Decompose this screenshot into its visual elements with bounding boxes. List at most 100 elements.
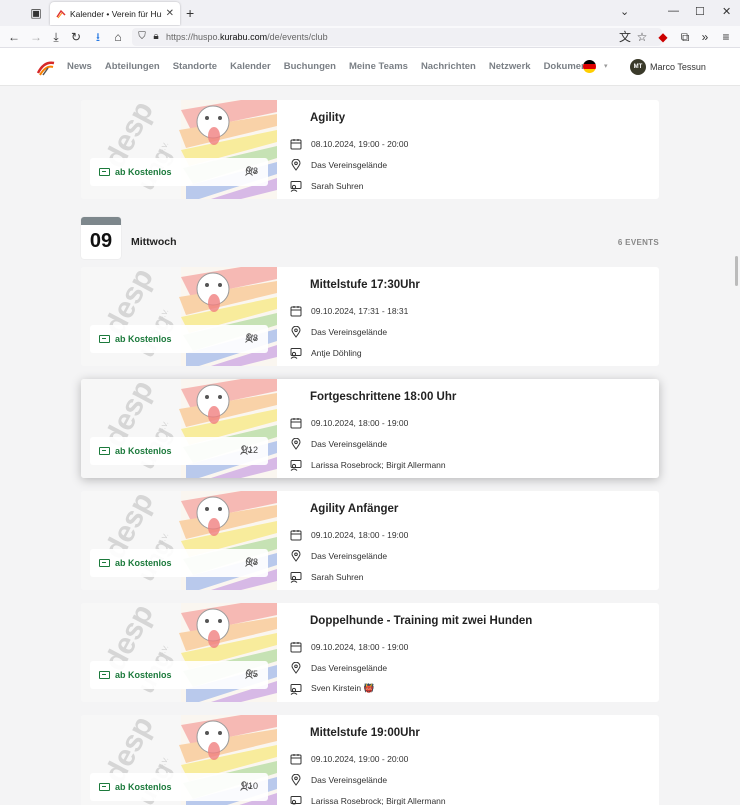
menu-item-netzwerk[interactable]: Netzwerk xyxy=(489,61,531,72)
location-pin-icon xyxy=(291,437,301,450)
event-location: Das Vereinsgelände xyxy=(311,438,388,449)
forward-icon[interactable]: → xyxy=(28,29,44,45)
new-tab-icon[interactable]: + xyxy=(186,5,194,21)
url-prefix: https://huspo. xyxy=(166,32,221,42)
event-location-row: Das Vereinsgelände xyxy=(290,321,420,342)
location-pin-icon xyxy=(291,158,301,171)
event-info: Mittelstufe 17:30Uhr 09.10.2024, 17:31 -… xyxy=(290,279,420,363)
ticket-icon xyxy=(99,783,110,791)
event-image: desp ung e.V. ab Kostenlos 0/8 xyxy=(81,100,277,199)
calendar-icon xyxy=(290,305,302,316)
chevron-down-icon[interactable]: ▾ xyxy=(604,62,608,70)
calendar-icon xyxy=(290,529,302,540)
menu-item-abteilungen[interactable]: Abteilungen xyxy=(105,61,160,72)
event-trainer-row: Sarah Suhren xyxy=(290,175,408,196)
price-pill: ab Kostenlos 1/12 xyxy=(90,437,268,465)
extension-shield-icon[interactable]: ◆ xyxy=(655,29,671,45)
event-title[interactable]: Fortgeschrittene 18:00 Uhr xyxy=(290,391,456,403)
maximize-icon[interactable]: ☐ xyxy=(695,5,705,18)
event-card[interactable]: desp ung e.V. ab Kostenlos 1/12 Fortgesc… xyxy=(81,379,659,478)
lock-icon[interactable]: 🔒︎ xyxy=(148,29,164,45)
spots: 0/8 xyxy=(245,557,258,567)
menu-item-buchungen[interactable]: Buchungen xyxy=(284,61,336,72)
spots: 1/10 xyxy=(240,781,258,791)
menu-item-standorte[interactable]: Standorte xyxy=(173,61,217,72)
event-date-row: 09.10.2024, 17:31 - 18:31 xyxy=(290,300,420,321)
participants-icon xyxy=(240,445,253,455)
menu-item-meine-teams[interactable]: Meine Teams xyxy=(349,61,408,72)
reload-icon[interactable]: ↻ xyxy=(68,29,84,45)
event-card[interactable]: desp ung e.V. ab Kostenlos 4/8 Mittelstu… xyxy=(81,267,659,366)
event-title[interactable]: Mittelstufe 19:00Uhr xyxy=(290,727,446,739)
event-title[interactable]: Mittelstufe 17:30Uhr xyxy=(290,279,420,291)
language-flag-icon[interactable] xyxy=(583,60,596,73)
event-title[interactable]: Agility Anfänger xyxy=(290,503,408,515)
download-icon[interactable]: ⭳ xyxy=(90,29,106,45)
extensions-icon[interactable]: ⧉ xyxy=(677,29,693,45)
price-label: ab Kostenlos xyxy=(115,558,172,568)
event-location: Das Vereinsgelände xyxy=(311,774,388,785)
club-logo[interactable] xyxy=(36,57,56,77)
location-pin-icon xyxy=(291,325,301,338)
participants-icon xyxy=(245,557,258,567)
trainer-icon xyxy=(290,180,302,192)
close-window-icon[interactable]: ✕ xyxy=(722,5,731,18)
site-favicon-icon xyxy=(56,9,66,18)
location-pin-icon xyxy=(291,549,301,562)
home-icon[interactable]: ⌂ xyxy=(110,29,126,45)
trainer-icon xyxy=(290,347,302,359)
event-location-row: Das Vereinsgelände xyxy=(290,657,532,678)
spots: 1/12 xyxy=(240,445,258,455)
address-bar[interactable]: https://huspo.kurabu.com/de/events/club xyxy=(132,28,662,46)
event-trainer: Sarah Suhren xyxy=(311,571,364,582)
event-title[interactable]: Doppelhunde - Training mit zwei Hunden xyxy=(290,615,532,627)
browser-tab[interactable]: Kalender • Verein für Hundesp ✕ xyxy=(50,2,180,25)
event-card[interactable]: desp ung e.V. ab Kostenlos 0/5 Doppelhun… xyxy=(81,603,659,702)
event-location-row: Das Vereinsgelände xyxy=(290,545,408,566)
overflow-menu-icon[interactable]: » xyxy=(697,29,713,45)
event-card[interactable]: desp ung e.V. ab Kostenlos 0/8 Agility A… xyxy=(81,491,659,590)
browser-tab-bar: ▣ Kalender • Verein für Hundesp ✕ + ⌄ — … xyxy=(0,0,740,26)
menu-item-nachrichten[interactable]: Nachrichten xyxy=(421,61,476,72)
hamburger-menu-icon[interactable]: ≡ xyxy=(718,29,734,45)
event-image: desp ung e.V. ab Kostenlos 0/5 xyxy=(81,603,277,702)
participants-icon xyxy=(245,166,258,176)
translate-icon[interactable]: 文 xyxy=(617,29,633,45)
event-location: Das Vereinsgelände xyxy=(311,662,388,673)
event-date: 08.10.2024, 19:00 - 20:00 xyxy=(311,138,409,149)
spots: 0/8 xyxy=(245,166,258,176)
event-count: 6 EVENTS xyxy=(617,238,659,247)
menu-item-kalender[interactable]: Kalender xyxy=(230,61,271,72)
event-location: Das Vereinsgelände xyxy=(311,159,388,170)
minimize-icon[interactable]: — xyxy=(668,5,679,17)
ticket-icon xyxy=(99,335,110,343)
main-menu: News Abteilungen Standorte Kalender Buch… xyxy=(67,61,608,72)
price: ab Kostenlos xyxy=(99,782,172,792)
price: ab Kostenlos xyxy=(99,334,172,344)
close-tab-icon[interactable]: ✕ xyxy=(166,8,174,19)
bookmark-star-icon[interactable]: ☆ xyxy=(634,29,650,45)
event-trainer: Antje Döhling xyxy=(311,347,362,358)
scrollbar[interactable] xyxy=(735,256,738,286)
trainer-icon xyxy=(290,795,302,805)
event-title[interactable]: Agility xyxy=(290,112,408,124)
price: ab Kostenlos xyxy=(99,167,172,177)
event-location-row: Das Vereinsgelände xyxy=(290,154,408,175)
event-info: Mittelstufe 19:00Uhr 09.10.2024, 19:00 -… xyxy=(290,727,446,805)
event-trainer-row: Antje Döhling xyxy=(290,342,420,363)
downloads-alt-icon[interactable]: ⤓ xyxy=(48,29,64,45)
event-info: Agility 08.10.2024, 19:00 - 20:00 Das Ve… xyxy=(290,112,408,196)
trainer-icon xyxy=(290,459,302,471)
tab-list-icon[interactable]: ⌄ xyxy=(620,5,629,18)
menu-item-news[interactable]: News xyxy=(67,61,92,72)
event-card[interactable]: desp ung e.V. ab Kostenlos 1/10 Mittelst… xyxy=(81,715,659,805)
user-name[interactable]: Marco Tessun xyxy=(650,62,706,72)
event-card[interactable]: desp ung e.V. ab Kostenlos 0/8 Agility 0… xyxy=(81,100,659,199)
url-domain: kurabu.com xyxy=(220,32,268,42)
day-name: Mittwoch xyxy=(131,236,177,248)
event-date: 09.10.2024, 18:00 - 19:00 xyxy=(311,529,409,540)
avatar[interactable]: MT xyxy=(630,59,646,75)
tab-overview-icon[interactable]: ▣ xyxy=(28,5,44,21)
event-date-row: 08.10.2024, 19:00 - 20:00 xyxy=(290,133,408,154)
back-icon[interactable]: ← xyxy=(6,29,22,45)
